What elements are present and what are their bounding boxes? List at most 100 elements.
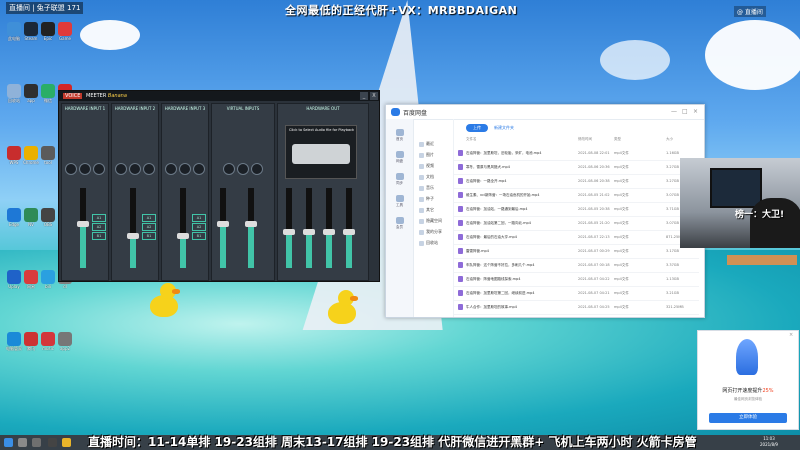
eq-knob[interactable] bbox=[251, 163, 263, 175]
category-item[interactable]: 隐藏空间 bbox=[419, 218, 442, 224]
file-row[interactable]: 石油阵营：最后的石油大亨.mp4 2021-08-07 22:13 mp4文件 871… bbox=[454, 231, 699, 245]
bus-button[interactable]: A1 bbox=[192, 214, 206, 222]
eq-knob[interactable] bbox=[165, 163, 177, 175]
file-row[interactable]: 石油阵营：加油站，一路通到最后.mp4 2021-08-05 20:38 mp4文件… bbox=[454, 203, 699, 217]
volume-fader[interactable] bbox=[303, 188, 315, 268]
fader-handle[interactable] bbox=[177, 233, 189, 239]
fader-handle[interactable] bbox=[245, 221, 257, 227]
eq-knob[interactable] bbox=[223, 163, 235, 175]
category-item[interactable]: 最近 bbox=[419, 141, 434, 147]
eq-knob[interactable] bbox=[193, 163, 205, 175]
volume-fader[interactable] bbox=[217, 188, 229, 268]
fader-handle[interactable] bbox=[303, 229, 315, 235]
eq-knob[interactable] bbox=[115, 163, 127, 175]
eq-knob[interactable] bbox=[65, 163, 77, 175]
netdisk-window[interactable]: 百度网盘 — □ × 首页网盘同步工具会员 最近图片视频文档音乐种子其它隐藏空间… bbox=[385, 104, 705, 318]
volume-fader[interactable] bbox=[77, 188, 89, 268]
category-item[interactable]: 种子 bbox=[419, 196, 434, 202]
bus-button[interactable]: B1 bbox=[192, 232, 206, 240]
fader-handle[interactable] bbox=[283, 229, 295, 235]
category-item[interactable]: 我的分享 bbox=[419, 229, 442, 235]
category-label: 图片 bbox=[426, 152, 434, 157]
chrome-icon[interactable] bbox=[62, 438, 71, 447]
category-item[interactable]: 文档 bbox=[419, 174, 434, 180]
bus-button[interactable]: A1 bbox=[142, 214, 156, 222]
taskview-icon[interactable] bbox=[32, 438, 41, 447]
sidebar-item[interactable]: 会员 bbox=[388, 217, 411, 230]
file-row[interactable]: 石油阵营：阵营地图路线探索.mp4 2021-08-07 04:22 mp4文件 1.… bbox=[454, 273, 699, 287]
speed-popup[interactable]: × 网页打开速度提升25% 最佳网页浏览体验 立即体验 bbox=[697, 330, 799, 430]
file-row[interactable]: 石油阵营：一路全开.mp4 2021-08-06 20:38 mp4文件 3.27GB bbox=[454, 175, 699, 189]
category-icon bbox=[419, 185, 424, 191]
volume-fader[interactable] bbox=[323, 188, 335, 268]
close-icon[interactable]: × bbox=[693, 108, 698, 115]
voicemeeter-window[interactable]: VOICE MEETER Banana X _ HARDWARE INPUT 1… bbox=[58, 90, 380, 282]
volume-fader[interactable] bbox=[343, 188, 355, 268]
col-name[interactable]: 文件名 bbox=[466, 137, 477, 142]
bus-button[interactable]: B1 bbox=[142, 232, 156, 240]
clock[interactable]: 11:03 2021/8/9 bbox=[760, 436, 778, 448]
category-item[interactable]: 视频 bbox=[419, 163, 434, 169]
col-size[interactable]: 大小 bbox=[666, 137, 673, 142]
close-icon[interactable]: × bbox=[789, 332, 793, 338]
bus-button[interactable]: B1 bbox=[92, 232, 106, 240]
file-row[interactable]: 车队阵营：这个阵营不好拉，多刷几个.mp4 2021-08-07 00:18 mp4… bbox=[454, 259, 699, 273]
file-row[interactable]: 牛人合作：加里斯坦的故事.mp4 2021-08-07 04:25 mp4文件 321… bbox=[454, 301, 699, 315]
file-row[interactable]: 雷霆阵营.mp4 2021-08-07 00:29 mp4文件 3.17GB bbox=[454, 245, 699, 259]
bus-button[interactable]: A2 bbox=[142, 223, 156, 231]
overlay-strip bbox=[727, 255, 797, 265]
eq-knob[interactable] bbox=[93, 163, 105, 175]
maximize-icon[interactable]: □ bbox=[682, 108, 688, 115]
eq-knob[interactable] bbox=[143, 163, 155, 175]
sidebar-item[interactable]: 首页 bbox=[388, 129, 411, 142]
minimize-icon[interactable]: — bbox=[671, 108, 677, 115]
category-label: 隐藏空间 bbox=[426, 218, 442, 223]
channel-strip: HARDWARE INPUT 3 A1 A2 B1 bbox=[161, 103, 209, 281]
category-item[interactable]: 图片 bbox=[419, 152, 434, 158]
bus-button[interactable]: A2 bbox=[92, 223, 106, 231]
volume-fader[interactable] bbox=[283, 188, 295, 268]
category-item[interactable]: 音乐 bbox=[419, 185, 434, 191]
sidebar-item[interactable]: 同步 bbox=[388, 173, 411, 186]
close-button[interactable]: X bbox=[370, 92, 378, 100]
fader-handle[interactable] bbox=[343, 229, 355, 235]
voicemeeter-titlebar[interactable]: VOICE MEETER Banana X _ bbox=[59, 91, 379, 101]
file-row[interactable]: 石油阵营：加里斯坦第二回，继续前进.mp4 2021-08-07 04:21 mp4… bbox=[454, 287, 699, 301]
file-row[interactable]: 石油阵营：加里斯坦，旧轮胎，采矿，电池.mp4 2021-08-08 22:01 m… bbox=[454, 147, 699, 161]
category-item[interactable]: 回收站 bbox=[419, 240, 438, 246]
eq-knob[interactable] bbox=[79, 163, 91, 175]
volume-fader[interactable] bbox=[177, 188, 189, 268]
fader-handle[interactable] bbox=[77, 221, 89, 227]
new-folder-button[interactable]: 新建文件夹 bbox=[494, 125, 514, 131]
eq-knob[interactable] bbox=[129, 163, 141, 175]
upload-button[interactable]: 上传 bbox=[466, 124, 488, 132]
file-row[interactable]: 维生素、vci新阵营：一场石油危机的开始.mp4 2021-08-05 21:02… bbox=[454, 189, 699, 203]
col-type[interactable]: 类型 bbox=[614, 137, 621, 142]
eq-knob[interactable] bbox=[237, 163, 249, 175]
desktop-icon[interactable]: app2 bbox=[54, 332, 76, 356]
sidebar-item[interactable]: 网盘 bbox=[388, 151, 411, 164]
netdisk-titlebar[interactable]: 百度网盘 — □ × bbox=[386, 105, 704, 120]
fader-handle[interactable] bbox=[323, 229, 335, 235]
bus-button[interactable]: A2 bbox=[192, 223, 206, 231]
category-item[interactable]: 其它 bbox=[419, 207, 434, 213]
fader-handle[interactable] bbox=[217, 221, 229, 227]
search-icon[interactable] bbox=[18, 438, 27, 447]
fader-handle[interactable] bbox=[127, 233, 139, 239]
file-type: mp4文件 bbox=[614, 221, 629, 225]
desktop-icon[interactable]: Game bbox=[54, 22, 76, 46]
col-date[interactable]: 修改时间 bbox=[578, 137, 592, 142]
file-row[interactable]: 石油阵营：加油站第二回，一路向北.mp4 2021-08-05 21:20 mp4文… bbox=[454, 217, 699, 231]
eq-knob[interactable] bbox=[179, 163, 191, 175]
start-icon[interactable] bbox=[4, 438, 13, 447]
bus-button[interactable]: A1 bbox=[92, 214, 106, 222]
obs-icon[interactable] bbox=[48, 438, 57, 447]
cassette-player[interactable]: Click to Select Audio file for Playback bbox=[285, 125, 357, 179]
category-icon bbox=[419, 141, 424, 147]
try-now-button[interactable]: 立即体验 bbox=[709, 413, 787, 423]
volume-fader[interactable] bbox=[245, 188, 257, 268]
minimize-button[interactable]: _ bbox=[360, 92, 368, 100]
volume-fader[interactable] bbox=[127, 188, 139, 268]
file-row[interactable]: 寒冬，雪原与黑风猎犬.mp4 2021-08-06 20:36 mp4文件 3.27G… bbox=[454, 161, 699, 175]
sidebar-item[interactable]: 工具 bbox=[388, 195, 411, 208]
